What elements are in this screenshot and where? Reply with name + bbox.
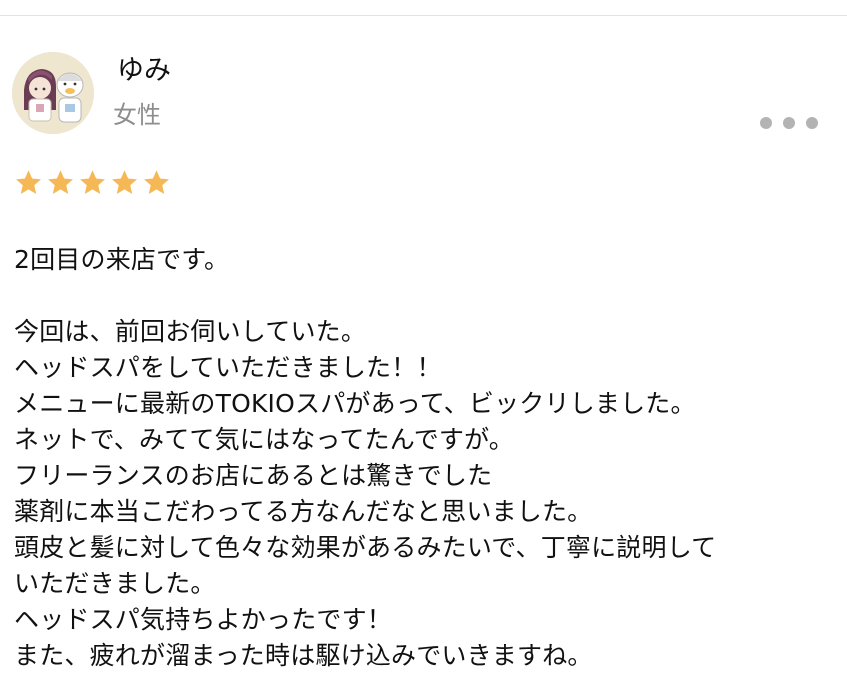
review-line: 頭皮と髪に対して色々な効果があるみたいで、丁寧に説明して — [14, 533, 717, 562]
username: ゆみ — [117, 55, 171, 86]
star-icon — [112, 170, 137, 194]
review-line: 今回は、前回お伺いしていた。 — [14, 317, 367, 346]
review-line: フリーランスのお店にあるとは驚きでした — [14, 461, 493, 490]
review-line: ヘッドスパ気持ちよかったです！ — [14, 605, 393, 634]
avatar-illustration-icon — [12, 52, 94, 134]
star-icon — [16, 170, 41, 194]
ellipsis-icon — [760, 117, 772, 129]
ellipsis-icon — [806, 117, 818, 129]
review-text: 2回目の来店です。 今回は、前回お伺いしていた。 ヘッドスパをしていただきました… — [14, 242, 834, 674]
ellipsis-icon — [783, 117, 795, 129]
review-card: ゆみ 女性 2回目の来店です。 今回は、前回お伺いしていた。 ヘッドスパをしてい… — [0, 0, 847, 692]
review-blank-line — [14, 278, 834, 314]
review-line: 薬剤に本当こだわってる方なんだなと思いました。 — [14, 497, 593, 526]
star-rating — [13, 168, 172, 198]
avatar[interactable] — [12, 52, 94, 134]
review-line: ネットで、みてて気にはなってたんですが。 — [14, 425, 515, 454]
review-line: いただきました。 — [14, 569, 216, 598]
review-line: 2回目の来店です。 — [14, 245, 230, 274]
review-line: メニューに最新のTOKIOスパがあって、ビックリしました。 — [14, 389, 696, 418]
review-line: ヘッドスパをしていただきました！！ — [14, 353, 442, 382]
star-icon — [80, 170, 105, 194]
star-icon — [48, 170, 73, 194]
top-divider — [0, 15, 847, 16]
review-line: また、疲れが溜まった時は駆け込みでいきますね。 — [14, 641, 593, 670]
star-icon — [144, 170, 169, 194]
more-options-button[interactable] — [760, 112, 818, 134]
user-gender: 女性 — [113, 101, 161, 129]
